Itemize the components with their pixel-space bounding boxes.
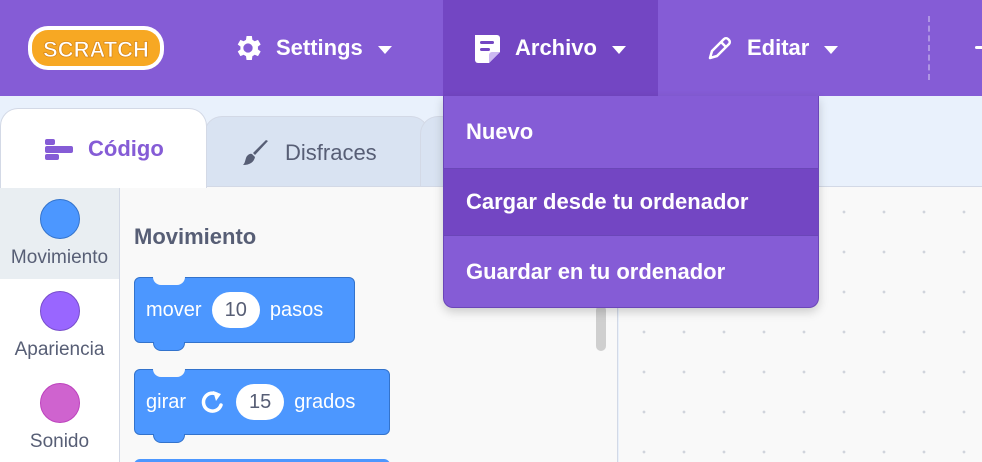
paintbrush-icon (241, 138, 271, 168)
category-label: Apariencia (14, 339, 105, 360)
category-label: Movimiento (10, 247, 109, 268)
category-motion[interactable]: Movimiento (0, 187, 119, 279)
menu-divider (928, 16, 930, 80)
tab-costumes[interactable]: Disfraces (204, 116, 429, 188)
palette-section-title: Movimiento (134, 224, 257, 249)
settings-label: Settings (276, 35, 363, 60)
category-menu: Movimiento Apariencia Sonido (0, 186, 120, 462)
palette-scrollbar[interactable] (596, 305, 606, 351)
menu-item-partial[interactable] (975, 46, 982, 49)
scratch-logo[interactable]: SCRATCH (26, 22, 166, 74)
file-menu[interactable]: Archivo (443, 0, 658, 96)
rotate-right-icon (198, 388, 226, 416)
block-text: grados (294, 390, 356, 413)
steps-input[interactable]: 10 (211, 292, 260, 328)
move-steps-block[interactable]: mover 10 pasos (134, 277, 355, 351)
category-looks[interactable]: Apariencia (0, 279, 119, 371)
menu-item-load-from-computer[interactable]: Cargar desde tu ordenador (444, 168, 818, 236)
category-dot-icon (39, 199, 80, 239)
category-dot-icon (39, 291, 80, 331)
turn-right-block[interactable]: girar 15 grados (134, 369, 390, 443)
pencil-icon (705, 33, 735, 63)
file-label: Archivo (515, 35, 597, 60)
block-text: pasos (269, 298, 324, 321)
category-dot-icon (39, 383, 80, 423)
code-icon (44, 137, 74, 161)
menu-item-new[interactable]: Nuevo (444, 96, 818, 168)
tab-code-label: Código (88, 135, 164, 161)
category-label: Sonido (29, 431, 90, 452)
block-text: girar (146, 390, 187, 413)
block-text: mover (146, 298, 202, 321)
tab-code[interactable]: Código (0, 108, 207, 188)
tab-costumes-label: Disfraces (285, 139, 377, 165)
menu-item-save-to-computer[interactable]: Guardar en tu ordenador (444, 236, 818, 307)
settings-menu[interactable]: Settings (232, 0, 393, 96)
edit-label: Editar (747, 35, 810, 60)
chevron-down-icon (823, 35, 839, 61)
file-icon (471, 31, 503, 65)
menu-bar: SCRATCH Settings Archivo Editar (0, 0, 982, 96)
degrees-input[interactable]: 15 (236, 384, 285, 420)
svg-text:SCRATCH: SCRATCH (43, 37, 149, 62)
edit-menu[interactable]: Editar (705, 0, 839, 96)
gear-icon (232, 32, 264, 64)
chevron-down-icon (611, 35, 627, 61)
chevron-down-icon (377, 35, 393, 61)
file-dropdown-menu: Nuevo Cargar desde tu ordenador Guardar … (443, 96, 819, 308)
category-sound[interactable]: Sonido (0, 371, 119, 462)
